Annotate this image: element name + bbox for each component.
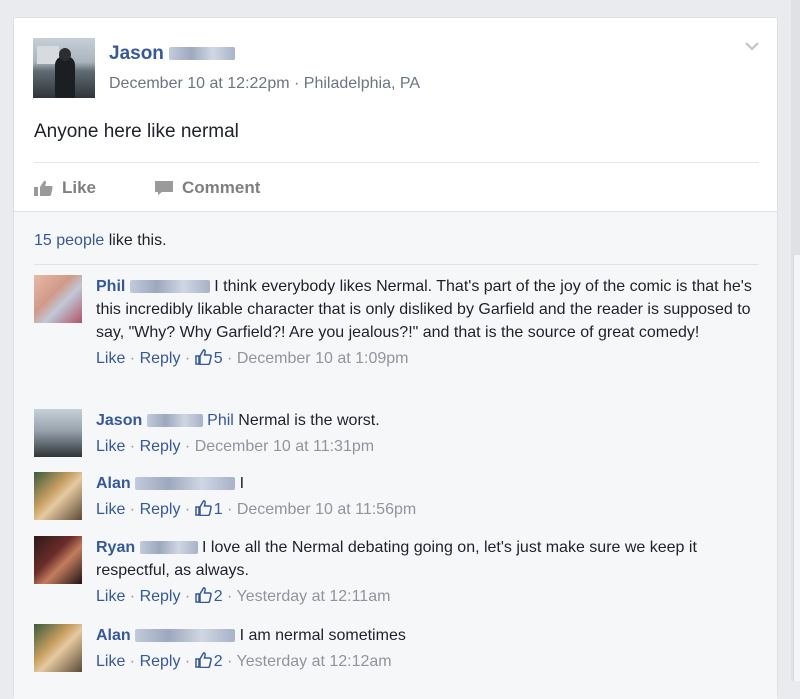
comment-body: Alan I Like · Reply · 1 · December 10 at…	[96, 472, 756, 521]
post-author[interactable]: Jason	[109, 43, 236, 65]
redacted-surname	[135, 477, 236, 491]
comment-like-link[interactable]: Like	[96, 350, 125, 367]
like-label: Like	[62, 178, 97, 197]
post-divider	[34, 162, 759, 163]
comment-like-count[interactable]: 2	[214, 588, 223, 605]
avatar-head	[59, 48, 71, 61]
redacted-surname	[146, 414, 203, 428]
action-separator: ·	[180, 588, 195, 605]
comment-time[interactable]: Yesterday at 12:12am	[237, 653, 392, 670]
top-bar	[0, 0, 800, 17]
comment-like-count[interactable]: 1	[214, 501, 223, 518]
likes-divider	[34, 264, 759, 265]
comment-like-count[interactable]: 2	[214, 653, 223, 670]
commenter-avatar[interactable]	[34, 624, 82, 672]
action-separator: ·	[125, 438, 140, 455]
comment-actions: Like · Reply · 2 · Yesterday at 12:11am	[96, 585, 756, 608]
comment-actions: Like · Reply · December 10 at 11:31pm	[96, 435, 756, 458]
action-separator: ·	[125, 501, 140, 518]
comment-reply-link[interactable]: Reply	[140, 588, 181, 605]
action-separator: ·	[222, 501, 237, 518]
post-location[interactable]: Philadelphia, PA	[304, 75, 420, 92]
redacted-surname	[129, 280, 210, 294]
commenter-name[interactable]: Alan	[96, 627, 131, 644]
avatar-person	[55, 56, 75, 98]
comment-like-link[interactable]: Like	[96, 438, 125, 455]
action-separator: ·	[180, 438, 195, 455]
likes-count-link[interactable]: 15 people	[34, 232, 104, 249]
likes-summary-text: like this.	[104, 232, 167, 249]
meta-separator: ·	[294, 75, 300, 92]
comment-time[interactable]: December 10 at 11:56pm	[237, 501, 416, 518]
commenter-avatar[interactable]	[34, 275, 82, 323]
commenter-avatar[interactable]	[34, 409, 82, 457]
commenter-name[interactable]: Jason	[96, 412, 142, 429]
comment-label: Comment	[182, 178, 261, 197]
author-avatar[interactable]	[33, 38, 95, 98]
comment-reply-link[interactable]: Reply	[140, 501, 181, 518]
commenter-avatar[interactable]	[34, 472, 82, 520]
comment-body: Alan I am nermal sometimes Like · Reply …	[96, 624, 756, 673]
like-count-thumb-icon	[194, 652, 212, 668]
mention-link[interactable]: Phil	[207, 412, 234, 429]
comment-body: Jason Phil Nermal is the worst. Like · R…	[96, 409, 756, 458]
comment-text: Nermal is the worst.	[233, 412, 380, 429]
comment-actions: Like · Reply · 5 · December 10 at 1:09pm	[96, 347, 756, 370]
comment-text: I am nermal sometimes	[235, 627, 406, 644]
right-edge-panel	[791, 0, 800, 681]
comment-time[interactable]: Yesterday at 12:11am	[237, 588, 391, 605]
action-separator: ·	[222, 350, 237, 367]
comment-text: I	[235, 475, 245, 492]
comment-like-link[interactable]: Like	[96, 588, 125, 605]
action-separator: ·	[125, 588, 140, 605]
comment-like-link[interactable]: Like	[96, 653, 125, 670]
commenter-name[interactable]: Phil	[96, 278, 125, 295]
post-meta: December 10 at 12:22pm · Philadelphia, P…	[109, 75, 420, 93]
post-text: Anyone here like nermal	[34, 121, 239, 142]
comment-reply-link[interactable]: Reply	[140, 438, 181, 455]
post-author-name[interactable]: Jason	[109, 43, 164, 64]
chevron-down-icon[interactable]	[742, 38, 762, 54]
post-timestamp[interactable]: December 10 at 12:22pm	[109, 75, 290, 92]
comment-button[interactable]: Comment	[154, 178, 260, 198]
commenter-name[interactable]: Alan	[96, 475, 131, 492]
like-count-thumb-icon	[194, 587, 212, 603]
comment-reply-link[interactable]: Reply	[140, 653, 181, 670]
commenter-name[interactable]: Ryan	[96, 539, 135, 556]
action-separator: ·	[125, 653, 140, 670]
comment-actions: Like · Reply · 1 · December 10 at 11:56p…	[96, 498, 756, 521]
comment-bubble-icon	[155, 181, 173, 195]
like-thumb-icon	[34, 180, 53, 196]
action-separator: ·	[180, 350, 195, 367]
comment-time[interactable]: December 10 at 11:31pm	[195, 438, 374, 455]
action-separator: ·	[125, 350, 140, 367]
redacted-surname	[135, 629, 236, 643]
likes-summary: 15 people like this.	[34, 232, 167, 250]
action-separator: ·	[180, 501, 195, 518]
redacted-surname	[169, 47, 236, 61]
action-separator: ·	[222, 588, 237, 605]
comment-reply-link[interactable]: Reply	[140, 350, 181, 367]
comments-section: 15 people like this. Phil I think everyb…	[14, 211, 777, 699]
comment-body: Ryan I love all the Nermal debating goin…	[96, 536, 756, 608]
like-button[interactable]: Like	[34, 178, 96, 198]
comment-like-count[interactable]: 5	[214, 350, 223, 367]
redacted-surname	[139, 541, 198, 555]
like-count-thumb-icon	[194, 349, 212, 365]
comment-actions: Like · Reply · 2 · Yesterday at 12:12am	[96, 650, 756, 673]
comment-time[interactable]: December 10 at 1:09pm	[237, 350, 409, 367]
comment-like-link[interactable]: Like	[96, 501, 125, 518]
post-card: Jason December 10 at 12:22pm · Philadelp…	[13, 17, 778, 699]
action-separator: ·	[222, 653, 237, 670]
like-count-thumb-icon	[194, 500, 212, 516]
comment-body: Phil I think everybody likes Nermal. Tha…	[96, 275, 756, 370]
commenter-avatar[interactable]	[34, 536, 82, 584]
action-separator: ·	[180, 653, 195, 670]
right-edge-light-panel	[793, 255, 800, 681]
